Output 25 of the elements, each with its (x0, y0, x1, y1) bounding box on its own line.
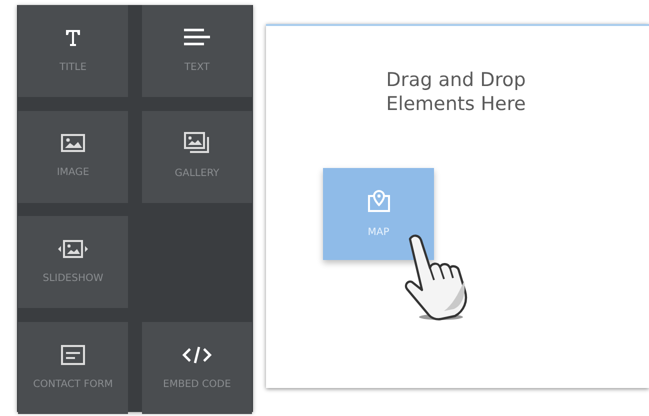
text-lines-icon (184, 28, 210, 48)
title-icon (63, 28, 83, 48)
map-tile[interactable]: MAP (323, 168, 434, 260)
element-tile[interactable]: TEXT (142, 5, 252, 97)
drop-zone-heading: Drag and Drop Elements Here (385, 68, 527, 116)
tile-label: TEXT (184, 62, 210, 74)
image-icon (61, 133, 85, 154)
tile-label: CONTACT FORM (33, 378, 113, 392)
form-icon (61, 344, 85, 365)
code-icon (182, 344, 212, 365)
tile-label: TITLE (59, 62, 87, 74)
tile-label: IMAGE (56, 167, 90, 180)
element-tile[interactable]: SLIDESHOW (18, 216, 128, 308)
element-tile[interactable]: GALLERY (142, 110, 252, 203)
element-tile[interactable]: CONTACT FORM (18, 322, 128, 414)
tile-label: SLIDESHOW (42, 273, 104, 286)
map-pin-icon (366, 188, 390, 213)
element-tile[interactable]: IMAGE (18, 110, 128, 203)
slideshow-icon (58, 239, 88, 260)
tile-label: GALLERY (174, 168, 220, 181)
gallery-icon (184, 132, 210, 154)
tile-label: MAP (368, 226, 390, 240)
element-tile[interactable]: EMBED CODE (142, 322, 252, 414)
element-tile[interactable]: TITLE (18, 5, 128, 97)
tile-label: EMBED CODE (163, 378, 231, 392)
